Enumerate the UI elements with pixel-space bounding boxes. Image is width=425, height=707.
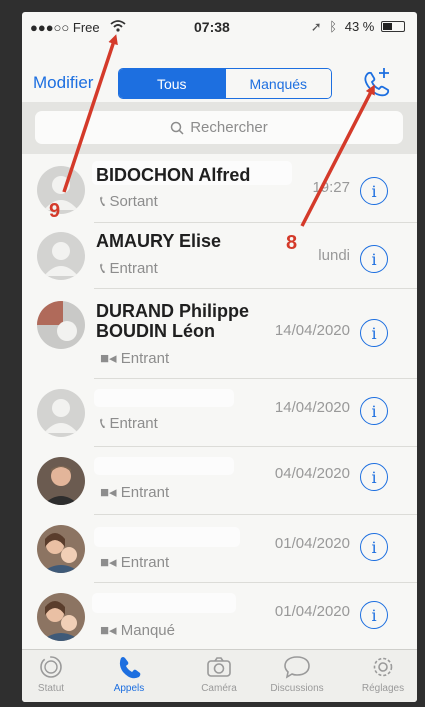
annotation-label-9: 9 [49,200,61,222]
annotation-arrow-9 [62,34,118,193]
annotation-arrow-8 [300,84,375,227]
annotation-label-8: 8 [286,232,298,254]
annotation-arrows [62,34,375,227]
